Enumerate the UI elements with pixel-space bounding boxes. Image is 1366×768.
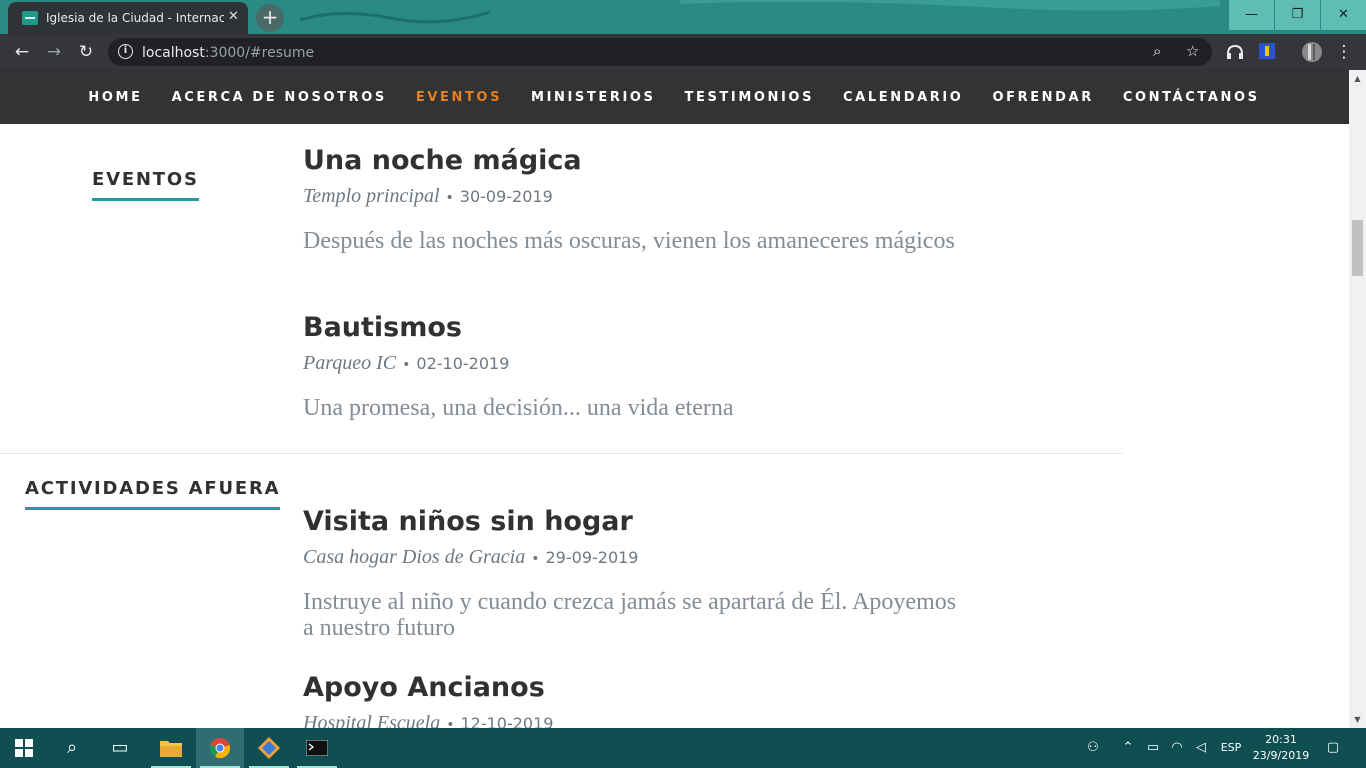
event-title: Una noche mágica [303,145,582,176]
event-date: 30-09-2019 [459,187,553,206]
tab-title: Iglesia de la Ciudad - Internacional [46,11,224,25]
scrollbar-thumb[interactable] [1352,220,1363,276]
url-path: :3000/#resume [204,45,315,61]
nav-item-ofrendar[interactable]: OFRENDAR [992,90,1093,105]
browser-tab[interactable]: Iglesia de la Ciudad - Internacional ✕ [8,2,248,34]
profile-avatar[interactable] [1301,41,1323,63]
event-meta: Templo principal • 30-09-2019 [303,184,963,210]
terminal-taskbar-icon[interactable] [293,728,341,768]
wifi-icon[interactable]: ◠ [1166,728,1188,768]
new-tab-button[interactable]: + [256,4,284,32]
language-indicator[interactable]: ESP [1216,728,1246,768]
task-view-icon[interactable]: ▭ [96,728,144,768]
meta-separator: • [446,717,455,728]
site-navbar: HOME ACERCA DE NOSOTROS EVENTOS MINISTERIOS… [0,70,1366,124]
address-bar[interactable]: i localhost:3000/#resume ⌕ ☆ [108,38,1212,66]
restore-button[interactable]: ❐ [1275,0,1320,30]
notifications-icon[interactable]: ▢ [1318,728,1348,768]
show-hidden-icons-icon[interactable]: ⌃ [1118,728,1138,768]
windows-logo-icon [15,739,33,757]
resume-section: EVENTOS Una noche mágica Templo principa… [0,124,1349,728]
activity-place: Casa hogar Dios de Gracia [303,546,526,568]
file-explorer-icon[interactable] [147,728,195,768]
diamond-app-icon [258,737,280,759]
people-icon[interactable]: ⚇ [1080,728,1106,768]
clock-date: 23/9/2019 [1252,749,1310,762]
terminal-icon [305,739,329,757]
volume-icon[interactable]: ◁ [1190,728,1212,768]
chrome-taskbar-icon[interactable] [196,728,244,768]
nav-item-ministerios[interactable]: MINISTERIOS [531,90,655,105]
activity-title: Apoyo Ancianos [303,672,545,703]
reload-icon[interactable]: ↻ [74,40,98,64]
back-icon[interactable]: ← [10,40,34,64]
meta-separator: • [531,551,540,567]
browser-toolbar: ← → ↻ i localhost:3000/#resume ⌕ ☆ ⋮ [0,34,1366,70]
event-date: 02-10-2019 [416,354,510,373]
scroll-up-arrow-icon[interactable]: ▲ [1349,70,1366,87]
clock-time: 20:31 [1265,733,1297,746]
nav-item-contáctanos[interactable]: CONTÁCTANOS [1123,90,1260,105]
meta-separator: • [402,357,411,373]
bookmark-star-icon[interactable]: ☆ [1186,42,1199,60]
extension-headset-icon[interactable] [1226,44,1244,60]
activity-title: Visita niños sin hogar [303,506,633,537]
event-place: Parqueo IC [303,352,397,374]
activity-entry: Visita niños sin hogar Casa hogar Dios d… [303,505,963,641]
event-place: Templo principal [303,185,440,207]
folder-icon [160,741,182,757]
tab-strip: Iglesia de la Ciudad - Internacional ✕ +… [0,0,1366,34]
close-window-button[interactable]: ✕ [1321,0,1366,30]
actividades-heading: ACTIVIDADES AFUERA [25,478,281,510]
eventos-heading: EVENTOS [92,169,199,201]
url-text[interactable]: localhost:3000/#resume [142,45,314,61]
scroll-down-arrow-icon[interactable]: ▼ [1349,711,1366,728]
zoom-icon[interactable]: ⌕ [1153,42,1161,60]
nav-item-eventos[interactable]: EVENTOS [416,90,502,105]
url-host: localhost [142,45,205,61]
site-nav-links: HOME ACERCA DE NOSOTROS EVENTOS MINISTERIOS… [0,70,1348,124]
activity-entry: Apoyo Ancianos Hospital Escuela • 12-10-20… [303,671,963,728]
event-title: Bautismos [303,312,463,343]
close-tab-icon[interactable]: ✕ [228,9,239,24]
system-clock[interactable]: 20:31 23/9/2019 [1248,732,1314,764]
chrome-menu-icon[interactable]: ⋮ [1332,40,1356,64]
event-entry: Bautismos Parqueo IC • 02-10-2019 Una prom… [303,311,963,421]
event-description: Una promesa, una decisión... una vida et… [303,395,734,421]
event-description: Después de las noches más oscuras, viene… [303,228,955,254]
minimize-button[interactable]: — [1229,0,1274,30]
meta-separator: • [445,190,454,206]
windows-taskbar: ⌕ ▭ ⚇ ⌃ ▭ ◠ ◁ ESP 20:31 23/9/2019 ▢ [0,728,1366,768]
activity-date: 29-09-2019 [545,548,639,567]
git-app-icon[interactable] [245,728,293,768]
activity-date: 12-10-2019 [460,714,554,728]
search-icon[interactable]: ⌕ [48,728,96,768]
forward-icon[interactable]: → [42,40,66,64]
nav-item-testimonios[interactable]: TESTIMONIOS [685,90,815,105]
extension-icon[interactable] [1259,43,1275,59]
activity-meta: Casa hogar Dios de Gracia • 29-09-2019 [303,545,963,571]
wallpaper-decoration [300,0,1220,24]
start-button[interactable] [0,728,48,768]
chrome-logo-icon [209,738,231,759]
event-meta: Parqueo IC • 02-10-2019 [303,351,963,377]
battery-icon[interactable]: ▭ [1142,728,1164,768]
page-scrollbar[interactable]: ▲ ▼ [1349,70,1366,728]
activity-meta: Hospital Escuela • 12-10-2019 [303,711,963,728]
site-favicon-icon [22,11,38,25]
activity-place: Hospital Escuela [303,712,441,728]
section-divider [0,453,1122,454]
site-info-icon[interactable]: i [118,44,133,59]
nav-item-calendario[interactable]: CALENDARIO [843,90,963,105]
activity-description: Instruye al niño y cuando crezca jamás s… [303,589,957,641]
event-entry: Una noche mágica Templo principal • 30-09-… [303,144,963,254]
nav-item-acerca-de-nosotros[interactable]: ACERCA DE NOSOTROS [172,90,387,105]
nav-item-home[interactable]: HOME [88,90,142,105]
